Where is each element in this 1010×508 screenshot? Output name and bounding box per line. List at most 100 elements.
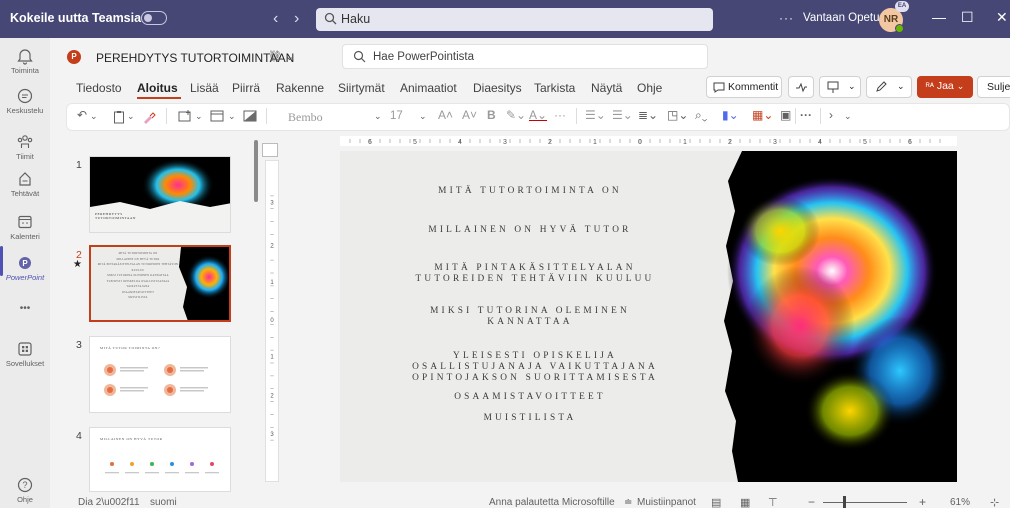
font-color-icon[interactable]: A⌄ bbox=[529, 108, 547, 122]
chevron-down-icon[interactable]: ⌄ bbox=[228, 111, 236, 122]
organization-name[interactable]: Vantaan Opetus bbox=[803, 12, 885, 24]
catch-up-button[interactable] bbox=[788, 76, 814, 98]
active-tab-indicator bbox=[137, 97, 181, 99]
forward-arrow-icon[interactable]: › bbox=[294, 10, 299, 28]
svg-text:5: 5 bbox=[863, 139, 867, 146]
bold-icon[interactable]: B bbox=[487, 108, 496, 122]
layout-icon[interactable] bbox=[210, 110, 224, 123]
tab-draw[interactable]: Piirrä bbox=[232, 81, 260, 95]
chevron-down-icon[interactable]: ⌄ bbox=[374, 111, 382, 122]
tab-transitions[interactable]: Siirtymät bbox=[338, 81, 385, 95]
maximize-button[interactable]: ☐ bbox=[961, 9, 974, 26]
slide-bullet-4[interactable]: MIKSI TUTORINA OLEMINEN KANNATTAA bbox=[340, 306, 725, 328]
chevron-down-icon[interactable]: ⌄ bbox=[90, 111, 98, 122]
zoom-in-button[interactable]: + bbox=[919, 495, 926, 508]
slide-bullet-3[interactable]: MITÄ PINTAKÄSITTELYALAN TUTOREIDEN TEHTÄ… bbox=[340, 263, 730, 285]
teams-search-box[interactable]: Haku bbox=[316, 8, 713, 31]
chevron-down-icon[interactable]: ⌄ bbox=[127, 111, 135, 122]
tab-slideshow[interactable]: Diaesitys bbox=[473, 81, 522, 95]
present-button[interactable]: ⌄ bbox=[819, 76, 861, 98]
slide-bullet-6[interactable]: OSAAMISTAVOITTEET bbox=[340, 392, 725, 403]
font-size-dropdown[interactable]: 17 bbox=[390, 110, 403, 122]
fit-to-window-icon[interactable]: ⊹ bbox=[990, 496, 999, 508]
tab-view[interactable]: Näytä bbox=[591, 81, 622, 95]
slide-thumbnail-1[interactable]: PEREHDYTYS TUTORTOIMINTAAN bbox=[89, 156, 231, 233]
language-indicator[interactable]: suomi bbox=[150, 497, 177, 508]
close-window-button[interactable]: ✕ bbox=[996, 9, 1008, 26]
picture-icon[interactable]: ▣ bbox=[780, 108, 791, 122]
tab-review[interactable]: Tarkista bbox=[534, 81, 575, 95]
more-options-button[interactable]: ··· bbox=[779, 11, 794, 25]
zoom-slider-track[interactable] bbox=[823, 502, 907, 503]
slide-thumbnail-3[interactable]: MITÄ TUTOR TOIMINTA ON? bbox=[89, 336, 231, 413]
minimize-button[interactable]: — bbox=[932, 9, 946, 25]
rail-item-activity[interactable]: Toiminta bbox=[0, 47, 50, 75]
zoom-out-button[interactable]: − bbox=[808, 495, 815, 508]
reset-slide-icon[interactable] bbox=[243, 110, 257, 123]
ideas-icon[interactable]: ▦⌄ bbox=[752, 108, 773, 122]
tab-animations[interactable]: Animaatiot bbox=[400, 81, 457, 95]
rail-item-apps[interactable]: Sovellukset bbox=[0, 340, 50, 368]
decrease-font-icon[interactable]: A˅ bbox=[462, 108, 477, 122]
share-button[interactable]: ᴿᴬ Jaa ⌄ bbox=[917, 76, 973, 98]
highlight-icon[interactable]: ✎⌄ bbox=[506, 108, 526, 122]
document-options[interactable]: ⛓ ⌄ bbox=[268, 50, 294, 63]
increase-font-icon[interactable]: A˄ bbox=[438, 108, 453, 122]
slide-bullet-7[interactable]: MUISTILISTA bbox=[340, 413, 725, 424]
back-arrow-icon[interactable]: ‹ bbox=[273, 10, 278, 28]
rail-item-calendar[interactable]: Kalenteri bbox=[0, 213, 50, 241]
ruler-toggle-button[interactable] bbox=[262, 143, 278, 157]
thumbnail-scrollbar[interactable] bbox=[254, 140, 258, 202]
reading-view-icon[interactable]: ⊤ bbox=[768, 496, 778, 508]
close-document-button[interactable]: Sulje bbox=[977, 76, 1010, 98]
comments-button[interactable]: Kommentit bbox=[706, 76, 782, 98]
slide-bullet-1[interactable]: MITÄ TUTORTOIMINTA ON bbox=[340, 186, 725, 197]
chevron-down-icon[interactable]: ⌄ bbox=[195, 111, 203, 122]
font-name-dropdown[interactable]: Bembo bbox=[288, 110, 323, 125]
tab-home[interactable]: Aloitus bbox=[137, 81, 178, 95]
align-icon[interactable]: ≣⌄ bbox=[638, 108, 658, 122]
designer-icon[interactable]: ▮⌄ bbox=[722, 108, 739, 122]
more-commands-icon[interactable]: ··· bbox=[800, 108, 812, 122]
powerpoint-search-box[interactable]: Hae PowerPointista bbox=[342, 44, 708, 69]
shapes-icon[interactable]: ◳⌄ bbox=[667, 108, 688, 122]
horizontal-ruler: 6 5 4 3 2 1 0 1 2 3 4 5 6 bbox=[340, 136, 957, 146]
rail-item-help[interactable]: ? Ohje bbox=[0, 476, 50, 504]
chevron-right-icon[interactable]: › bbox=[829, 108, 833, 122]
rail-item-more[interactable]: ••• bbox=[0, 302, 50, 314]
collapse-ribbon-icon[interactable]: ⌄ bbox=[844, 111, 852, 122]
tab-insert[interactable]: Lisää bbox=[190, 81, 219, 95]
numbering-icon[interactable]: ☰⌄ bbox=[612, 108, 633, 122]
zoom-slider-thumb[interactable] bbox=[843, 496, 846, 508]
format-painter-icon[interactable] bbox=[142, 110, 156, 124]
undo-icon[interactable]: ↶ bbox=[77, 108, 87, 122]
rail-item-label: Ohje bbox=[17, 495, 33, 504]
rail-item-powerpoint[interactable]: P PowerPoint bbox=[0, 254, 50, 282]
normal-view-icon[interactable]: ▤ bbox=[711, 496, 721, 508]
rail-item-teams[interactable]: Tiimit bbox=[0, 133, 50, 161]
new-slide-icon[interactable] bbox=[178, 110, 192, 123]
slide-thumbnail-4[interactable]: MILLAINEN ON HYVÄ TUTOR bbox=[89, 427, 231, 492]
chevron-down-icon[interactable]: ⌄ bbox=[419, 111, 427, 122]
document-title[interactable]: PEREHDYTYS TUTORTOIMINTAAN bbox=[96, 51, 294, 65]
new-teams-toggle[interactable] bbox=[141, 11, 167, 25]
more-font-options-icon[interactable]: ··· bbox=[554, 108, 566, 122]
bullets-icon[interactable]: ☰⌄ bbox=[585, 108, 606, 122]
zoom-level[interactable]: 61% bbox=[950, 497, 970, 508]
rail-item-assignments[interactable]: Tehtävät bbox=[0, 170, 50, 198]
slide-sorter-icon[interactable]: ▦ bbox=[740, 496, 750, 508]
tab-help[interactable]: Ohje bbox=[637, 81, 662, 95]
clipboard-icon[interactable] bbox=[113, 110, 125, 124]
notes-icon[interactable]: ≐ bbox=[624, 497, 632, 508]
notes-button[interactable]: Muistiinpanot bbox=[637, 497, 696, 508]
editing-mode-button[interactable]: ⌄ bbox=[866, 76, 912, 98]
slide-thumbnail-2[interactable]: MITÄ TUTORTOIMINTA ON MILLAINEN ON HYVÄ … bbox=[89, 245, 231, 322]
tab-design[interactable]: Rakenne bbox=[276, 81, 324, 95]
feedback-link[interactable]: Anna palautetta Microsoftille bbox=[489, 497, 615, 508]
find-icon[interactable]: ⌕⌄ bbox=[695, 108, 707, 123]
slide-bullet-5[interactable]: YLEISESTI OPISKELIJA OSALLISTUJANAJA VAI… bbox=[340, 351, 730, 384]
rail-item-chat[interactable]: Keskustelu bbox=[0, 87, 50, 115]
slide-canvas[interactable]: MITÄ TUTORTOIMINTA ON MILLAINEN ON HYVÄ … bbox=[340, 151, 957, 482]
tab-file[interactable]: Tiedosto bbox=[76, 81, 122, 95]
slide-bullet-2[interactable]: MILLAINEN ON HYVÄ TUTOR bbox=[340, 225, 725, 236]
